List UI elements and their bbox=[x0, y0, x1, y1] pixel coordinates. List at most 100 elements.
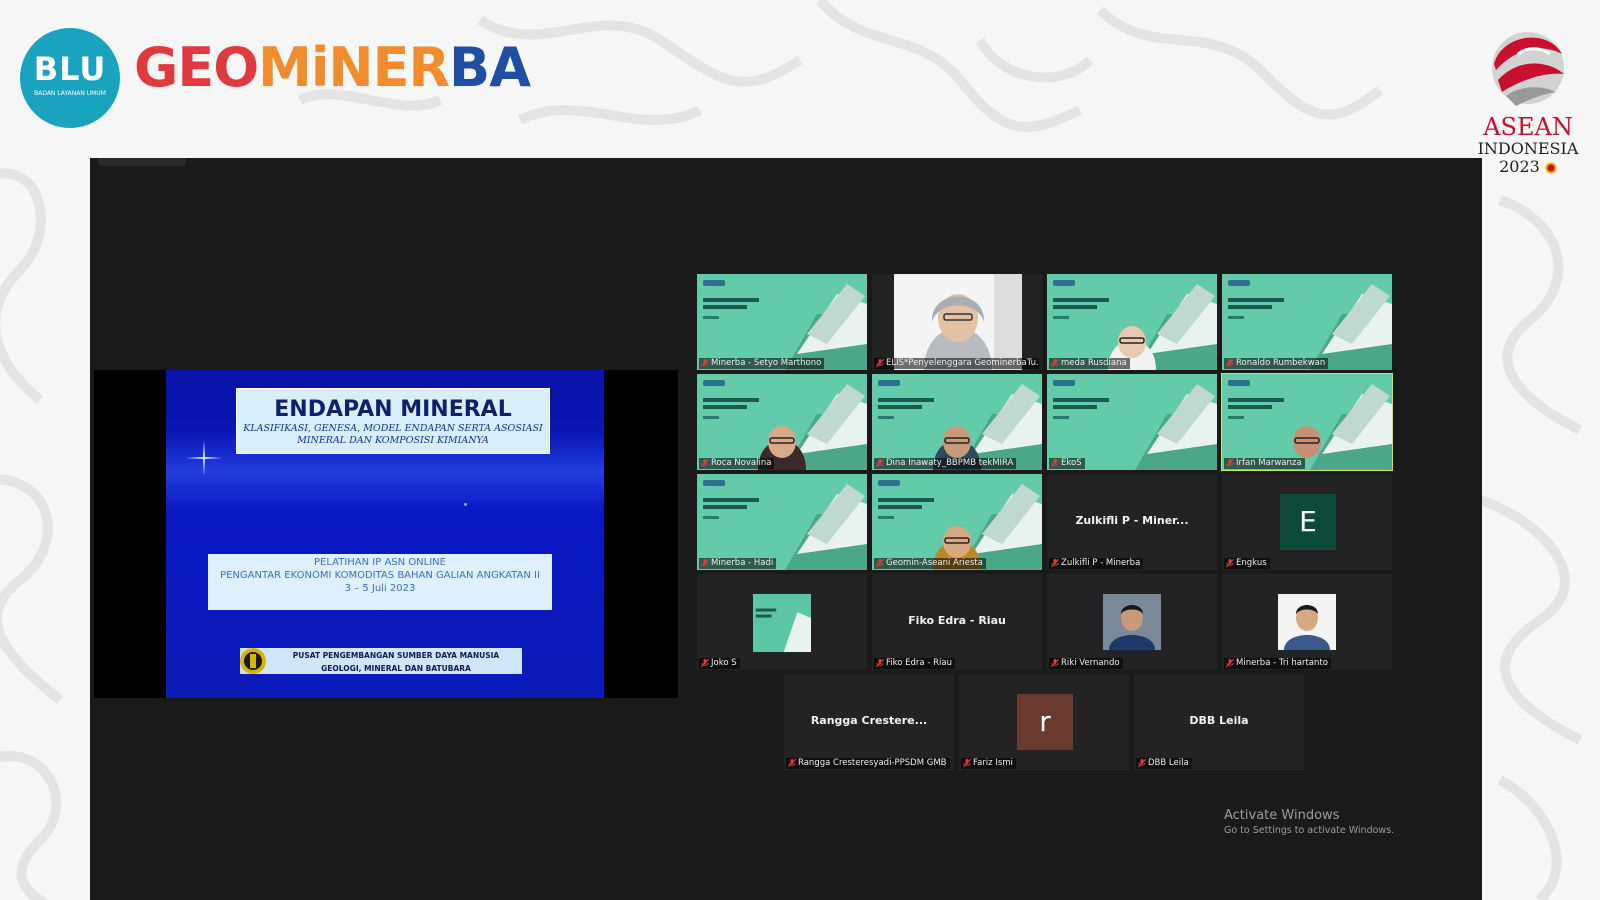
participant-name: DBB Leila bbox=[1148, 758, 1189, 768]
participant-display-name: DBB Leila bbox=[1189, 714, 1249, 727]
mic-muted-icon bbox=[1226, 359, 1234, 368]
shared-slide-thumbnail bbox=[1222, 274, 1392, 370]
participant-tile[interactable]: E Engkus bbox=[1222, 474, 1392, 570]
mic-muted-icon bbox=[876, 359, 884, 368]
slide-event-line-2: PENGANTAR EKONOMI KOMODITAS BAHAN GALIAN… bbox=[220, 570, 540, 581]
mic-muted-icon bbox=[1051, 459, 1059, 468]
participant-tile[interactable]: meda Rusdiana bbox=[1047, 274, 1217, 370]
mic-muted-icon bbox=[1226, 459, 1234, 468]
participant-name: EkoS bbox=[1061, 458, 1082, 468]
participant-tile[interactable]: DBB Leila DBB Leila bbox=[1134, 674, 1304, 770]
participant-display-name: Fiko Edra - Riau bbox=[908, 614, 1006, 627]
shared-slide-thumbnail bbox=[1047, 374, 1217, 470]
participant-name: Minerba - Tri hartanto bbox=[1236, 658, 1328, 668]
participant-name: Minerba - Setyo Marthono bbox=[711, 358, 822, 368]
participant-name: Zulkifli P - Minerba bbox=[1061, 558, 1141, 568]
slide-event-box: PELATIHAN IP ASN ONLINE PENGANTAR EKONOM… bbox=[208, 554, 552, 610]
participant-display-name: Rangga Crestere... bbox=[810, 714, 928, 727]
participant-name-label: Fariz Ismi bbox=[961, 758, 1016, 769]
participant-video bbox=[1047, 274, 1217, 370]
participant-name-label: Engkus bbox=[1224, 558, 1270, 569]
participant-tile[interactable]: Zulkifli P - Miner... Zulkifli P - Minerb… bbox=[1047, 474, 1217, 570]
participant-name: Geomin-Aseani Ariesta bbox=[886, 558, 983, 568]
participant-avatar: r bbox=[1017, 694, 1073, 750]
participant-tile[interactable]: ELIS*Penyelenggara GeominerbaTu... bbox=[872, 274, 1042, 370]
indonesia-text: INDONESIA bbox=[1477, 139, 1579, 158]
participant-display-name: Zulkifli P - Miner... bbox=[1075, 514, 1189, 527]
mic-muted-icon bbox=[1138, 759, 1146, 768]
participant-name: Minerba - Hadi bbox=[711, 558, 774, 568]
participant-tile[interactable]: Ronaldo Rumbekwan bbox=[1222, 274, 1392, 370]
participant-tile[interactable]: Joko S bbox=[697, 574, 867, 670]
shared-slide-thumbnail bbox=[697, 474, 867, 570]
mic-muted-icon bbox=[876, 459, 884, 468]
participant-name-label: Minerba - Setyo Marthono bbox=[699, 358, 825, 369]
participant-avatar: E bbox=[1280, 494, 1336, 550]
presentation-slide: ENDAPAN MINERAL KLASIFIKASI, GENESA, MOD… bbox=[166, 370, 604, 698]
participant-tile[interactable]: Geomin-Aseani Ariesta bbox=[872, 474, 1042, 570]
participant-video bbox=[697, 374, 867, 470]
zoom-top-control[interactable] bbox=[98, 158, 186, 166]
participant-name: ELIS*Penyelenggara GeominerbaTu... bbox=[886, 358, 1039, 368]
mic-muted-icon bbox=[701, 659, 709, 668]
participant-tile[interactable]: EkoS bbox=[1047, 374, 1217, 470]
participant-tile[interactable]: Riki Vernando bbox=[1047, 574, 1217, 670]
participant-tile[interactable]: Rangga Crestere... Rangga Cresteresyadi-P… bbox=[784, 674, 954, 770]
slide-org-box: PUSAT PENGEMBANGAN SUMBER DAYA MANUSIA G… bbox=[240, 648, 522, 674]
slide-title-box: ENDAPAN MINERAL KLASIFIKASI, GENESA, MOD… bbox=[236, 388, 550, 454]
participant-tile[interactable]: Minerba - Setyo Marthono bbox=[697, 274, 867, 370]
participant-name: Engkus bbox=[1236, 558, 1267, 568]
participant-video bbox=[1222, 374, 1392, 470]
blu-logo: BLU BADAN LAYANAN UMUM bbox=[20, 28, 120, 128]
participant-name-label: Joko S bbox=[699, 658, 740, 669]
participant-name: Fariz Ismi bbox=[973, 758, 1013, 768]
participant-photo bbox=[1103, 594, 1161, 650]
geominerba-logo: GEOMiNERBA bbox=[134, 36, 531, 99]
participant-name-label: Rangga Cresteresyadi-PPSDM GMB bbox=[786, 758, 950, 769]
slide-dot bbox=[464, 503, 467, 506]
shared-slide-thumbnail bbox=[753, 594, 811, 652]
mic-muted-icon bbox=[701, 559, 709, 568]
participant-name-label: Riki Vernando bbox=[1049, 658, 1123, 669]
participant-name-label: Minerba - Hadi bbox=[699, 558, 777, 569]
year-value: 2023 bbox=[1499, 157, 1540, 176]
participant-tile[interactable]: r Fariz Ismi bbox=[959, 674, 1129, 770]
participant-tile[interactable]: Roca Novalina bbox=[697, 374, 867, 470]
shared-screen: ENDAPAN MINERAL KLASIFIKASI, GENESA, MOD… bbox=[94, 370, 678, 698]
participant-tile[interactable]: Minerba - Tri hartanto bbox=[1222, 574, 1392, 670]
participant-tile[interactable]: Minerba - Hadi bbox=[697, 474, 867, 570]
participant-name-label: Minerba - Tri hartanto bbox=[1224, 658, 1331, 669]
mic-muted-icon bbox=[876, 559, 884, 568]
mic-muted-icon bbox=[876, 659, 884, 668]
sparkle-icon bbox=[186, 440, 222, 476]
mic-muted-icon bbox=[1051, 359, 1059, 368]
ministry-emblem-icon bbox=[240, 648, 266, 674]
participant-tile[interactable]: Fiko Edra - Riau Fiko Edra - Riau bbox=[872, 574, 1042, 670]
asean-text: ASEAN bbox=[1483, 113, 1573, 141]
slide-title: ENDAPAN MINERAL bbox=[274, 397, 512, 422]
mic-muted-icon bbox=[963, 759, 971, 768]
mic-muted-icon bbox=[1226, 659, 1234, 668]
slide-event-line-1: PELATIHAN IP ASN ONLINE bbox=[314, 557, 446, 568]
brand-part-miner: MiNER bbox=[258, 36, 450, 99]
participant-name-label: EkoS bbox=[1049, 458, 1085, 469]
activate-windows-hint: Go to Settings to activate Windows. bbox=[1224, 825, 1395, 836]
zoom-meeting-window: ENDAPAN MINERAL KLASIFIKASI, GENESA, MOD… bbox=[90, 158, 1482, 900]
asean-small-icon bbox=[1545, 162, 1557, 173]
participant-name-label: ELIS*Penyelenggara GeominerbaTu... bbox=[874, 358, 1039, 369]
participant-tile[interactable]: Irfan Marwanza bbox=[1221, 373, 1393, 471]
participant-name: Rangga Cresteresyadi-PPSDM GMB bbox=[798, 758, 947, 768]
activate-windows-title: Activate Windows bbox=[1224, 808, 1340, 823]
mic-muted-icon bbox=[701, 359, 709, 368]
participant-name: meda Rusdiana bbox=[1061, 358, 1127, 368]
participant-name: Dina Inawaty_BBPMB tekMIRA bbox=[886, 458, 1014, 468]
participant-name-label: meda Rusdiana bbox=[1049, 358, 1130, 369]
participant-name-label: Irfan Marwanza bbox=[1224, 458, 1305, 469]
participant-tile[interactable]: Dina Inawaty_BBPMB tekMIRA bbox=[872, 374, 1042, 470]
participant-name: Riki Vernando bbox=[1061, 658, 1120, 668]
asean-indonesia-logo: ASEAN INDONESIA 2023 bbox=[1468, 24, 1588, 176]
participant-name: Ronaldo Rumbekwan bbox=[1236, 358, 1326, 368]
mic-muted-icon bbox=[1051, 559, 1059, 568]
participant-name: Roca Novalina bbox=[711, 458, 772, 468]
activate-windows-watermark: Activate Windows Go to Settings to activ… bbox=[1224, 808, 1394, 836]
